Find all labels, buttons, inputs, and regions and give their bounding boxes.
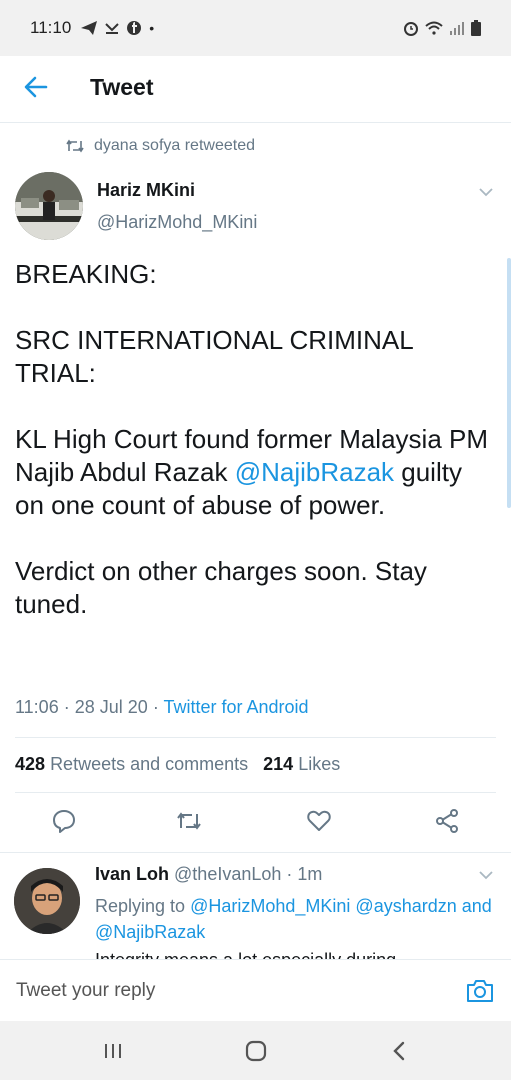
system-icons (403, 20, 481, 36)
missed-call-icon (105, 23, 119, 34)
tweet-source[interactable]: Twitter for Android (163, 697, 308, 717)
author-avatar[interactable] (15, 172, 83, 240)
chevron-down-icon[interactable] (477, 183, 495, 201)
likes-stat[interactable]: 214 Likes (263, 754, 340, 775)
system-navigation-bar (0, 1021, 511, 1080)
tweet-body: BREAKING: SRC INTERNATIONAL CRIMINAL TRI… (15, 258, 495, 621)
retweet-icon[interactable] (176, 808, 202, 834)
heart-icon[interactable] (306, 808, 332, 834)
reply-preview-text: Integrity means a lot especially during (95, 947, 396, 959)
retweet-icon (66, 139, 84, 153)
status-time: 11:10 (30, 18, 72, 37)
chevron-down-icon[interactable] (477, 866, 495, 884)
more-dot-icon: • (149, 20, 155, 36)
avatar-image (14, 868, 80, 934)
retweets-stat[interactable]: 428 Retweets and comments (15, 754, 248, 775)
mention-link[interactable]: @ayshardzn (355, 896, 456, 916)
tweet-date: 28 Jul 20 (74, 697, 148, 717)
alarm-icon (404, 22, 418, 36)
mention-link[interactable]: @HarizMohd_MKini (190, 896, 350, 916)
likes-count: 214 (263, 754, 294, 774)
recent-apps-icon[interactable] (98, 1036, 128, 1066)
tweet-line-stay-tuned: Verdict on other charges soon. Stay tune… (15, 556, 427, 619)
camera-icon[interactable] (465, 976, 495, 1006)
battery-icon (471, 20, 481, 36)
avatar-image (15, 172, 83, 240)
facebook-icon (127, 21, 142, 35)
replying-prefix: Replying to (95, 896, 186, 916)
mention-link[interactable]: @NajibRazak (95, 922, 205, 942)
reply-composer[interactable]: Tweet your reply (0, 959, 511, 1022)
app-bar: Tweet (0, 56, 511, 123)
page-title: Tweet (90, 74, 154, 100)
back-nav-icon[interactable] (385, 1036, 415, 1066)
retweet-context[interactable]: dyana sofya retweeted (66, 137, 255, 155)
mention-link[interactable]: @NajibRazak (235, 457, 394, 487)
tweet-line-trial: SRC INTERNATIONAL CRIMINAL TRIAL: (15, 325, 413, 388)
author-handle[interactable]: @HarizMohd_MKini (97, 212, 257, 233)
reply-avatar[interactable] (14, 868, 80, 934)
divider (15, 737, 496, 738)
tweet-line-verdict: KL High Court found former Malaysia PM N… (15, 423, 495, 522)
reply-author-handle[interactable]: @theIvanLoh (174, 864, 281, 884)
retweets-count: 428 (15, 754, 46, 774)
reply-header: Ivan Loh @theIvanLoh · 1m (95, 864, 323, 884)
reply-input[interactable]: Tweet your reply (16, 980, 155, 1002)
status-bar: 11:10 • (0, 0, 511, 56)
scrollbar[interactable] (507, 258, 511, 508)
notification-icons: • (81, 20, 154, 36)
divider (15, 792, 496, 793)
likes-label: Likes (298, 754, 341, 774)
author-name[interactable]: Hariz MKini (97, 180, 195, 201)
reply-author-name[interactable]: Ivan Loh (95, 864, 169, 884)
tweet-stats: 428 Retweets and comments 214 Likes (15, 754, 340, 775)
arrow-left-icon[interactable] (22, 73, 50, 101)
retweets-label: Retweets and comments (50, 754, 249, 774)
wifi-icon (425, 21, 443, 35)
home-icon[interactable] (241, 1036, 271, 1066)
tweet-actions (0, 808, 511, 838)
replying-to: Replying to @HarizMohd_MKini @ayshardzn … (95, 893, 495, 945)
tweet-meta: 11:06 · 28 Jul 20 · Twitter for Android (15, 697, 309, 717)
signal-icon (450, 22, 464, 35)
send-icon (81, 21, 98, 35)
and-text: and (461, 896, 492, 916)
share-icon[interactable] (434, 808, 460, 834)
tweet-time: 11:06 (15, 697, 59, 717)
reply-icon[interactable] (51, 808, 77, 834)
retweet-text: dyana sofya retweeted (94, 137, 255, 154)
reply-age: 1m (297, 864, 323, 884)
divider (0, 852, 511, 853)
tweet-line-breaking: BREAKING: (15, 259, 157, 289)
